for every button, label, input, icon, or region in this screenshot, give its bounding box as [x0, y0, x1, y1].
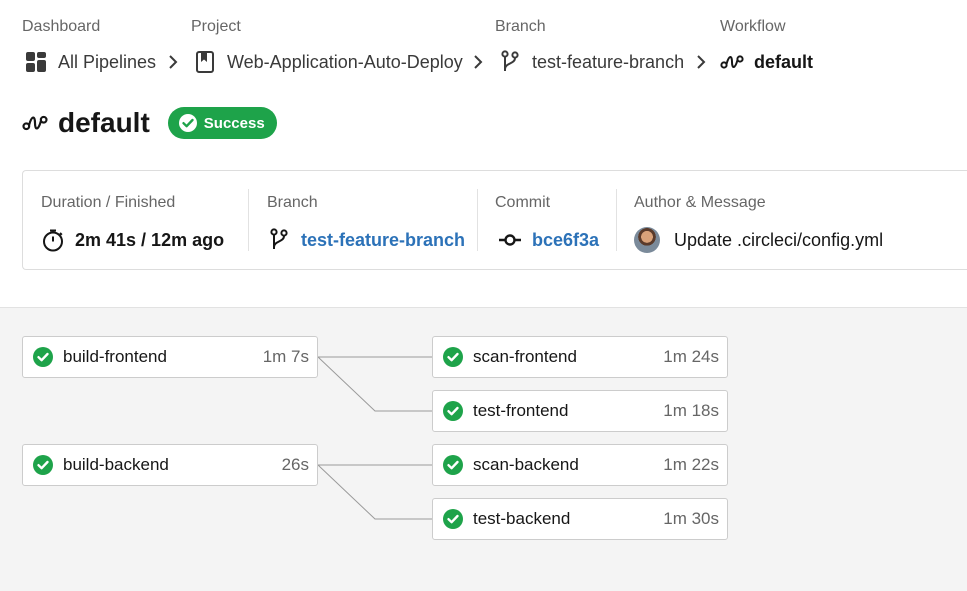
breadcrumb-branch-label: test-feature-branch [532, 51, 685, 72]
breadcrumb-label-project: Project [191, 18, 241, 35]
breadcrumb-project[interactable]: Web-Application-Auto-Deploy [193, 50, 463, 74]
summary-branch-text[interactable]: test-feature-branch [301, 230, 465, 251]
page-title: default [58, 107, 150, 138]
summary-duration-value: 2m 41s / 12m ago [41, 227, 224, 253]
status-badge: Success [167, 107, 277, 139]
breadcrumb-branch[interactable]: test-feature-branch [498, 50, 684, 74]
job-name: test-frontend [473, 401, 569, 420]
avatar [634, 227, 660, 253]
summary-commit-label: Commit [495, 194, 551, 211]
breadcrumb-project-label: Web-Application-Auto-Deploy [227, 51, 463, 72]
page-header: default Success [22, 105, 277, 141]
summary-commit-link[interactable]: bce6f3a [498, 227, 599, 253]
git-commit-icon [498, 228, 522, 252]
divider [616, 189, 617, 251]
git-branch-icon [267, 228, 291, 252]
job-scan-frontend[interactable]: scan-frontend 1m 24s [432, 336, 728, 378]
job-duration: 1m 30s [663, 509, 719, 528]
workflow-icon [22, 110, 48, 136]
chevron-right-icon [471, 51, 485, 73]
job-scan-backend[interactable]: scan-backend 1m 22s [432, 444, 728, 486]
breadcrumb-workflow[interactable]: default [720, 50, 813, 74]
job-name: build-backend [63, 455, 169, 474]
breadcrumb-label-branch: Branch [495, 18, 546, 35]
job-build-frontend[interactable]: build-frontend 1m 7s [22, 336, 318, 378]
check-circle-icon [443, 509, 463, 529]
job-build-backend[interactable]: build-backend 26s [22, 444, 318, 486]
check-circle-icon [33, 455, 53, 475]
git-branch-icon [498, 50, 522, 74]
summary-commit-message: Update .circleci/config.yml [674, 229, 884, 250]
summary-duration-label: Duration / Finished [41, 194, 176, 211]
breadcrumb-label-dashboard: Dashboard [22, 18, 101, 35]
check-circle-icon [443, 455, 463, 475]
job-name: scan-backend [473, 455, 579, 474]
job-duration: 1m 18s [663, 401, 719, 420]
check-circle-icon [178, 113, 198, 133]
pipeline-summary-card: Duration / Finished 2m 41s / 12m ago Bra… [22, 170, 967, 270]
job-test-frontend[interactable]: test-frontend 1m 18s [432, 390, 728, 432]
status-badge-label: Success [203, 114, 265, 132]
workflow-graph: build-frontend 1m 7s scan-frontend 1m 24… [0, 307, 967, 591]
chevron-right-icon [694, 51, 708, 73]
check-circle-icon [443, 347, 463, 367]
summary-branch-link[interactable]: test-feature-branch [267, 227, 465, 253]
summary-author-value: Update .circleci/config.yml [634, 227, 883, 253]
check-circle-icon [443, 401, 463, 421]
job-duration: 1m 7s [262, 347, 309, 366]
summary-commit-text[interactable]: bce6f3a [532, 230, 599, 251]
divider [248, 189, 249, 251]
job-test-backend[interactable]: test-backend 1m 30s [432, 498, 728, 540]
breadcrumb-workflow-label: default [754, 51, 814, 72]
job-name: scan-frontend [473, 347, 577, 366]
job-name: build-frontend [63, 347, 167, 366]
divider [477, 189, 478, 251]
breadcrumb-label-workflow: Workflow [720, 18, 786, 35]
breadcrumb-all-pipelines-label: All Pipelines [58, 51, 157, 72]
dashboard-grid-icon [24, 50, 48, 74]
job-duration: 26s [281, 455, 309, 474]
check-circle-icon [33, 347, 53, 367]
workflow-icon [720, 50, 744, 74]
job-duration: 1m 22s [663, 455, 719, 474]
stopwatch-icon [41, 228, 65, 252]
breadcrumb-all-pipelines[interactable]: All Pipelines [24, 50, 156, 74]
summary-branch-label: Branch [267, 194, 318, 211]
job-name: test-backend [473, 509, 571, 528]
bookmark-icon [193, 50, 217, 74]
job-duration: 1m 24s [663, 347, 719, 366]
summary-duration-text: 2m 41s / 12m ago [75, 229, 225, 250]
chevron-right-icon [166, 51, 180, 73]
summary-author-label: Author & Message [634, 194, 766, 211]
